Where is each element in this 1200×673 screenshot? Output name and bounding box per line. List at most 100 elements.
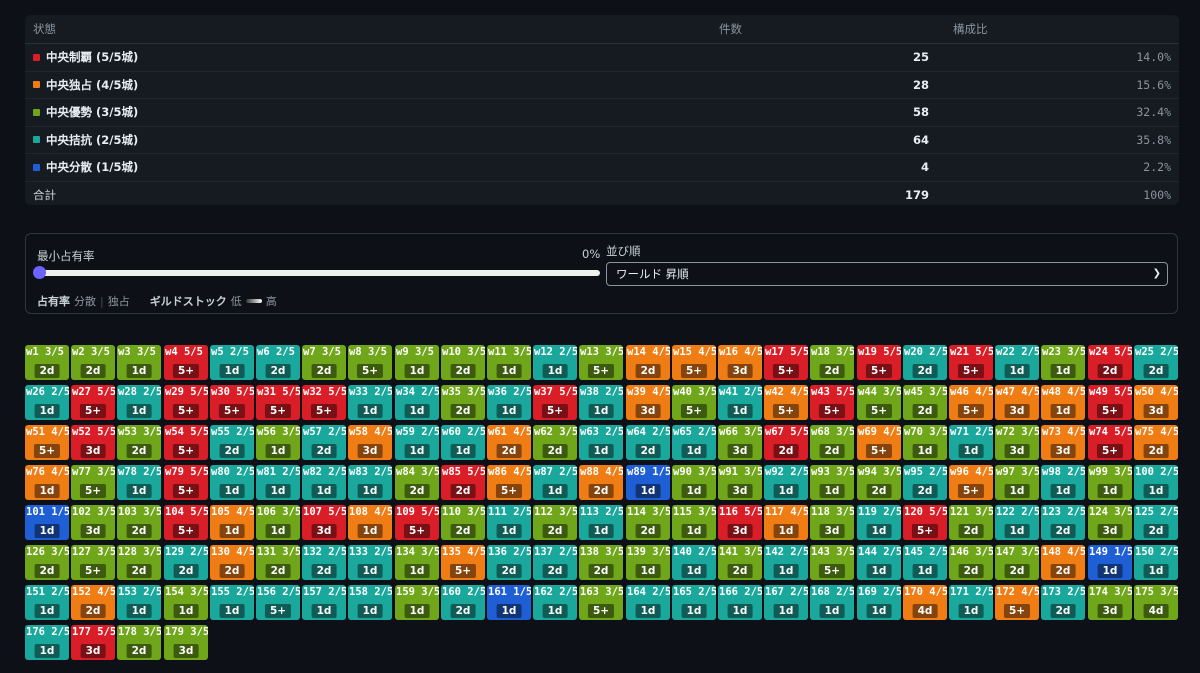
world-tile[interactable]: w96 4/5 5+: [949, 465, 993, 500]
world-tile[interactable]: 122 2/5 1d: [995, 505, 1039, 540]
world-tile[interactable]: w87 2/5 1d: [533, 465, 577, 500]
world-tile[interactable]: 163 3/5 5+: [579, 585, 623, 620]
world-tile[interactable]: w20 2/5 2d: [903, 345, 947, 380]
world-tile[interactable]: 100 2/5 1d: [1134, 465, 1178, 500]
world-tile[interactable]: 106 3/5 1d: [256, 505, 300, 540]
world-tile[interactable]: w70 3/5 1d: [903, 425, 947, 460]
sort-select[interactable]: ワールド 昇順 ❯: [606, 262, 1168, 286]
world-tile[interactable]: 138 3/5 2d: [579, 545, 623, 580]
world-tile[interactable]: w53 3/5 2d: [117, 425, 161, 460]
world-tile[interactable]: 174 3/5 3d: [1088, 585, 1132, 620]
world-tile[interactable]: 160 2/5 2d: [441, 585, 485, 620]
world-tile[interactable]: w95 2/5 2d: [903, 465, 947, 500]
world-tile[interactable]: 157 2/5 1d: [302, 585, 346, 620]
world-tile[interactable]: w77 3/5 5+: [71, 465, 115, 500]
world-tile[interactable]: 152 4/5 2d: [71, 585, 115, 620]
world-tile[interactable]: w27 5/5 5+: [71, 385, 115, 420]
world-tile[interactable]: w2 3/5 2d: [71, 345, 115, 380]
world-tile[interactable]: w65 2/5 1d: [672, 425, 716, 460]
world-tile[interactable]: w6 2/5 2d: [256, 345, 300, 380]
world-tile[interactable]: w8 3/5 5+: [348, 345, 392, 380]
world-tile[interactable]: w66 3/5 3d: [718, 425, 762, 460]
world-tile[interactable]: w88 4/5 2d: [579, 465, 623, 500]
world-tile[interactable]: w82 2/5 1d: [302, 465, 346, 500]
world-tile[interactable]: 115 3/5 1d: [672, 505, 716, 540]
world-tile[interactable]: w9 3/5 1d: [395, 345, 439, 380]
world-tile[interactable]: 126 3/5 2d: [25, 545, 69, 580]
world-tile[interactable]: w59 2/5 1d: [395, 425, 439, 460]
world-tile[interactable]: 153 2/5 1d: [117, 585, 161, 620]
world-tile[interactable]: 109 5/5 5+: [395, 505, 439, 540]
world-tile[interactable]: 135 4/5 5+: [441, 545, 485, 580]
world-tile[interactable]: w4 5/5 5+: [164, 345, 208, 380]
world-tile[interactable]: w41 2/5 1d: [718, 385, 762, 420]
slider-handle[interactable]: [33, 266, 46, 279]
world-tile[interactable]: 130 4/5 2d: [210, 545, 254, 580]
world-tile[interactable]: 162 2/5 1d: [533, 585, 577, 620]
world-tile[interactable]: 125 2/5 2d: [1134, 505, 1178, 540]
world-tile[interactable]: w64 2/5 2d: [626, 425, 670, 460]
world-tile[interactable]: 104 5/5 5+: [164, 505, 208, 540]
world-tile[interactable]: w55 2/5 2d: [210, 425, 254, 460]
world-tile[interactable]: w23 3/5 1d: [1041, 345, 1085, 380]
world-tile[interactable]: w26 2/5 1d: [25, 385, 69, 420]
world-tile[interactable]: w37 5/5 5+: [533, 385, 577, 420]
world-tile[interactable]: 161 1/5 1d: [487, 585, 531, 620]
world-tile[interactable]: w50 4/5 3d: [1134, 385, 1178, 420]
world-tile[interactable]: w99 3/5 1d: [1088, 465, 1132, 500]
world-tile[interactable]: w52 5/5 3d: [71, 425, 115, 460]
world-tile[interactable]: w79 5/5 5+: [164, 465, 208, 500]
world-tile[interactable]: 147 3/5 2d: [995, 545, 1039, 580]
world-tile[interactable]: w75 4/5 2d: [1134, 425, 1178, 460]
world-tile[interactable]: w71 2/5 1d: [949, 425, 993, 460]
world-tile[interactable]: w1 3/5 2d: [25, 345, 69, 380]
world-tile[interactable]: w15 4/5 5+: [672, 345, 716, 380]
world-tile[interactable]: w24 5/5 2d: [1088, 345, 1132, 380]
world-tile[interactable]: w11 3/5 1d: [487, 345, 531, 380]
world-tile[interactable]: w57 2/5 2d: [302, 425, 346, 460]
world-tile[interactable]: 117 4/5 1d: [764, 505, 808, 540]
world-tile[interactable]: w30 5/5 5+: [210, 385, 254, 420]
world-tile[interactable]: w28 2/5 1d: [117, 385, 161, 420]
world-tile[interactable]: w12 2/5 1d: [533, 345, 577, 380]
world-tile[interactable]: w62 3/5 2d: [533, 425, 577, 460]
world-tile[interactable]: w98 2/5 1d: [1041, 465, 1085, 500]
world-tile[interactable]: 158 2/5 1d: [348, 585, 392, 620]
world-tile[interactable]: 107 5/5 3d: [302, 505, 346, 540]
world-tile[interactable]: w45 3/5 2d: [903, 385, 947, 420]
world-tile[interactable]: 140 2/5 1d: [672, 545, 716, 580]
world-tile[interactable]: 133 2/5 1d: [348, 545, 392, 580]
world-tile[interactable]: 119 2/5 1d: [857, 505, 901, 540]
world-tile[interactable]: 102 3/5 3d: [71, 505, 115, 540]
world-tile[interactable]: w54 5/5 5+: [164, 425, 208, 460]
world-tile[interactable]: w73 4/5 3d: [1041, 425, 1085, 460]
world-tile[interactable]: 150 2/5 1d: [1134, 545, 1178, 580]
world-tile[interactable]: w56 3/5 1d: [256, 425, 300, 460]
world-tile[interactable]: 145 2/5 1d: [903, 545, 947, 580]
world-tile[interactable]: w76 4/5 1d: [25, 465, 69, 500]
world-tile[interactable]: w49 5/5 5+: [1088, 385, 1132, 420]
world-tile[interactable]: w90 3/5 1d: [672, 465, 716, 500]
world-tile[interactable]: 170 4/5 4d: [903, 585, 947, 620]
world-tile[interactable]: 127 3/5 5+: [71, 545, 115, 580]
world-tile[interactable]: w42 4/5 5+: [764, 385, 808, 420]
world-tile[interactable]: w86 4/5 5+: [487, 465, 531, 500]
world-tile[interactable]: w91 3/5 3d: [718, 465, 762, 500]
world-tile[interactable]: 136 2/5 2d: [487, 545, 531, 580]
world-tile[interactable]: w35 3/5 2d: [441, 385, 485, 420]
world-tile[interactable]: 114 3/5 2d: [626, 505, 670, 540]
world-tile[interactable]: 121 3/5 2d: [949, 505, 993, 540]
world-tile[interactable]: w33 2/5 1d: [348, 385, 392, 420]
world-tile[interactable]: 111 2/5 1d: [487, 505, 531, 540]
world-tile[interactable]: 113 2/5 1d: [579, 505, 623, 540]
world-tile[interactable]: 176 2/5 1d: [25, 625, 69, 660]
world-tile[interactable]: w97 3/5 1d: [995, 465, 1039, 500]
world-tile[interactable]: 175 3/5 4d: [1134, 585, 1178, 620]
world-tile[interactable]: 144 2/5 1d: [857, 545, 901, 580]
world-tile[interactable]: 101 1/5 1d: [25, 505, 69, 540]
world-tile[interactable]: 168 2/5 1d: [810, 585, 854, 620]
world-tile[interactable]: w89 1/5 1d: [626, 465, 670, 500]
world-tile[interactable]: 165 2/5 1d: [672, 585, 716, 620]
world-tile[interactable]: 120 5/5 5+: [903, 505, 947, 540]
world-tile[interactable]: w34 2/5 1d: [395, 385, 439, 420]
